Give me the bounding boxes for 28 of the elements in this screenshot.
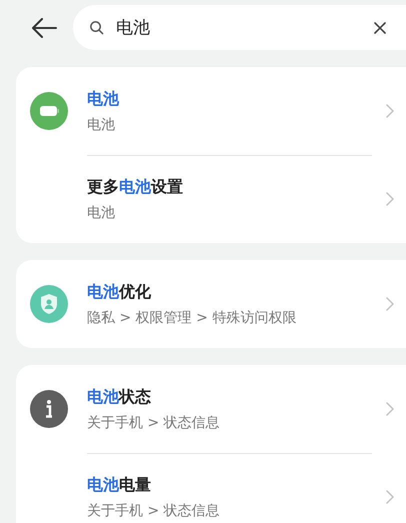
shield-icon	[30, 285, 68, 323]
battery-icon	[30, 92, 68, 130]
result-item[interactable]: 电池电量 关于手机 > 状态信息	[30, 453, 406, 523]
result-title: 电池优化	[87, 282, 152, 302]
chevron-icon	[386, 297, 394, 311]
breadcrumb-path: 电池	[87, 204, 116, 222]
breadcrumb-path: 关于手机 > 状态信息	[87, 414, 221, 432]
search-bar[interactable]: 电池	[73, 5, 406, 50]
close-icon[interactable]	[374, 22, 386, 34]
result-item[interactable]: 电池状态 关于手机 > 状态信息	[30, 365, 406, 453]
back-icon[interactable]	[31, 18, 57, 38]
result-item[interactable]: 更多电池设置 电池	[30, 155, 406, 243]
result-item[interactable]: 电池优化 隐私 > 权限管理 > 特殊访问权限	[30, 260, 406, 348]
info-icon	[30, 390, 68, 428]
search-field[interactable]: 电池	[114, 16, 364, 38]
chevron-icon	[386, 402, 394, 416]
search-icon	[89, 20, 104, 35]
result-title: 更多电池设置	[87, 177, 184, 198]
result-title: 电池电量	[87, 475, 152, 496]
result-item[interactable]: 电池 电池	[30, 67, 406, 155]
chevron-icon	[386, 192, 394, 206]
chevron-icon	[386, 490, 394, 504]
result-title: 电池	[87, 88, 120, 110]
breadcrumb-path: 隐私 > 权限管理 > 特殊访问权限	[87, 308, 298, 326]
result-title: 电池状态	[87, 386, 152, 408]
chevron-icon	[386, 104, 394, 118]
breadcrumb-path: 关于手机 > 状态信息	[87, 502, 221, 520]
breadcrumb-path: 电池	[87, 116, 116, 134]
